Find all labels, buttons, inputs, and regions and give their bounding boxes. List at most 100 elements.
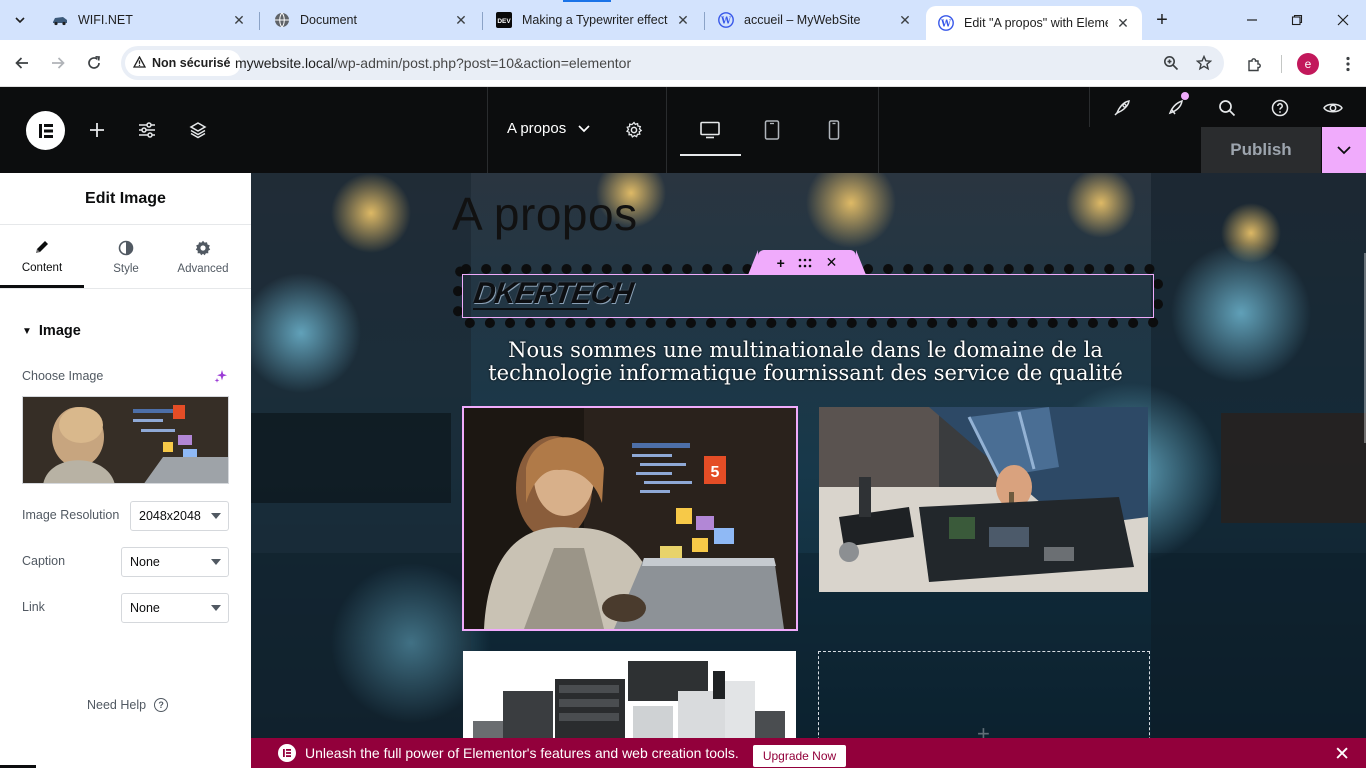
section-toggle-image[interactable]: ▼ Image [22,323,81,339]
link-label: Link [22,600,45,614]
browser-tab[interactable]: Document ✕ [262,4,480,36]
svg-text:W: W [720,17,732,27]
intro-paragraph[interactable]: Nous sommes une multinationale dans le d… [483,339,1128,385]
close-icon[interactable]: ✕ [1334,743,1350,766]
browser-tab[interactable]: WIFI.NET ✕ [40,4,258,36]
reload-button[interactable] [81,50,107,76]
add-icon[interactable]: + [777,255,785,271]
tab-loading-indicator [563,0,611,2]
kebab-menu-icon[interactable] [1335,51,1361,77]
bookmark-star-icon[interactable] [1193,52,1215,74]
launch-button[interactable] [1107,93,1137,123]
ai-sparkle-icon[interactable] [214,369,228,386]
search-icon [1219,100,1236,117]
close-icon[interactable]: ✕ [674,11,692,29]
drag-handle-icon[interactable] [798,255,812,271]
topbar-divider [878,87,879,173]
caret-down-icon [211,559,221,565]
browser-tab[interactable]: DEV Making a Typewriter effect fr ✕ [484,4,702,36]
tab-content[interactable]: Content [0,226,84,288]
address-bar[interactable]: Non sécurisé mywebsite.local/wp-admin/po… [121,46,1224,80]
tab-title: WIFI.NET [78,13,133,27]
extensions-icon[interactable] [1241,51,1267,77]
rocket-icon [1114,100,1130,116]
tab-search-button[interactable] [6,7,34,33]
page-settings-button[interactable] [619,115,649,145]
restore-button[interactable] [1274,0,1320,40]
browser-tab-active[interactable]: W Edit "A propos" with Elemen ✕ [926,6,1142,40]
tablet-view-button[interactable] [757,115,787,145]
tab-title: Edit "A propos" with Elemen [964,16,1108,30]
security-chip[interactable]: Non sécurisé [125,50,241,76]
tab-separator [259,12,260,30]
preview-button[interactable] [1318,93,1348,123]
close-icon[interactable]: ✕ [230,11,248,29]
image-resolution-select[interactable]: 2048x2048 [130,501,229,531]
select-value: None [130,601,160,615]
page-heading[interactable]: A propos [452,191,638,237]
toolbar-divider [1281,55,1282,73]
restore-icon [1291,14,1303,26]
minimize-icon [1247,19,1257,21]
chevron-down-icon [1337,145,1351,154]
eye-icon [1323,103,1343,113]
elementor-logo-button[interactable] [26,111,65,150]
tab-title: Document [300,13,357,27]
editor-canvas[interactable]: A propos + ✕ DKERTECH Nous sommes une mu… [251,173,1366,768]
gear-icon [625,121,643,138]
mobile-icon [828,120,840,140]
caption-select[interactable]: None [121,547,229,577]
help-button[interactable] [1265,93,1295,123]
svg-text:5: 5 [711,464,720,481]
add-element-button[interactable] [82,115,112,145]
need-help-link[interactable]: Need Help ? [87,698,169,712]
close-icon[interactable]: ✕ [826,254,838,271]
browser-tab-strip: WIFI.NET ✕ Document ✕ DEV Making a Typew… [0,0,1366,40]
site-logo-text[interactable]: DKERTECH [472,277,635,311]
tab-style[interactable]: Style [84,226,168,288]
question-circle-icon [1271,99,1289,117]
link-select[interactable]: None [121,593,229,623]
close-icon[interactable]: ✕ [1114,14,1132,32]
desktop-view-button[interactable] [695,115,725,145]
page-selector[interactable]: A propos [507,120,590,137]
page-name: A propos [507,120,567,137]
panel-tabs: Content Style Advanced [0,226,251,289]
browser-tab[interactable]: W accueil – MyWebSite ✕ [706,4,924,36]
close-icon[interactable]: ✕ [896,11,914,29]
search-button[interactable] [1212,93,1242,123]
upgrade-now-button[interactable]: Upgrade Now [752,745,847,767]
choose-image-label: Choose Image [22,369,104,383]
elementor-top-bar: A propos Publish [0,87,1366,173]
publish-options-button[interactable] [1322,127,1366,173]
minimize-button[interactable] [1229,0,1275,40]
url-text[interactable]: mywebsite.local/wp-admin/post.php?post=1… [235,55,631,71]
close-window-button[interactable] [1320,0,1366,40]
publish-button[interactable]: Publish [1201,127,1321,173]
image-resolution-label: Image Resolution [22,508,120,522]
tablet-icon [764,120,780,140]
desktop-icon [700,121,720,139]
question-circle-icon: ? [154,698,169,712]
forward-button[interactable] [45,50,71,76]
profile-avatar[interactable]: e [1297,53,1319,75]
tab-separator [482,12,483,30]
tab-advanced[interactable]: Advanced [162,226,244,288]
logo-underline [473,308,587,310]
back-button[interactable] [9,50,35,76]
image-preview[interactable] [22,396,229,484]
arrow-left-icon [15,57,28,69]
select-value: 2048x2048 [139,509,201,523]
close-icon[interactable]: ✕ [452,11,470,29]
image-widget-developer[interactable]: 5 [462,406,798,631]
zoom-icon[interactable] [1160,52,1182,74]
image-widget-technician[interactable] [819,407,1148,592]
wordpress-icon: W [718,12,734,28]
notification-dot [1181,92,1189,100]
site-settings-button[interactable] [132,115,162,145]
new-tab-button[interactable]: + [1150,8,1174,32]
mobile-view-button[interactable] [819,115,849,145]
topbar-divider [487,87,488,173]
elementor-logo-icon [278,744,296,762]
structure-button[interactable] [183,115,213,145]
